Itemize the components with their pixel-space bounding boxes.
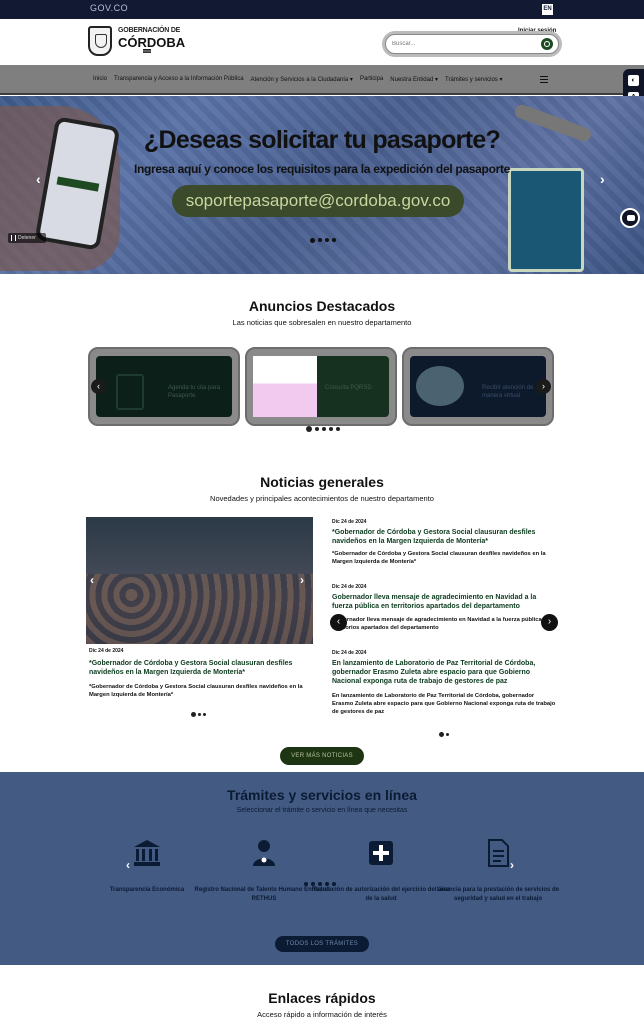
hero-email[interactable]: soportepasaporte@cordoba.gov.co	[172, 185, 464, 217]
announcements-next-arrow[interactable]: ›	[536, 379, 551, 394]
tramites-subtitle: Seleccionar el trámite o servicio en lín…	[236, 807, 408, 814]
featured-news-desc: *Gobernador de Córdoba y Gestora Social …	[89, 684, 303, 698]
announcement-card[interactable]: Agenda tu cita para Pasaporte	[88, 347, 240, 426]
document-icon	[483, 838, 513, 868]
carousel-pause-button[interactable]: Detener	[8, 233, 46, 243]
chat-bubbles-icon	[416, 366, 464, 406]
coat-of-arms-icon[interactable]	[88, 26, 112, 56]
language-toggle[interactable]: EN	[542, 4, 553, 15]
featured-next-arrow[interactable]: ›	[300, 573, 304, 587]
hero-title: ¿Deseas solicitar tu pasaporte?	[143, 126, 501, 154]
news-subtitle: Novedades y principales acontecimientos …	[210, 494, 434, 503]
passport-icon	[116, 374, 144, 410]
gov-co-link[interactable]: GOV.CO	[90, 3, 128, 13]
news-item-desc: *Gobernador de Córdoba y Gestora Social …	[332, 551, 546, 565]
news-item-date: Dic 24 de 2024	[332, 584, 367, 590]
nav-item-atencion[interactable]: Atención y Servicios a la Ciudadanía ▾	[251, 76, 353, 83]
nav-item-participa[interactable]: Participa	[360, 76, 383, 83]
tramites-next-arrow[interactable]: ›	[510, 858, 514, 872]
chat-icon[interactable]	[620, 208, 640, 228]
tramites-title: Trámites y servicios en línea	[227, 787, 417, 803]
news-item-title[interactable]: Gobernador lleva mensaje de agradecimien…	[332, 593, 557, 611]
hero-subtitle: Ingresa aquí y conoce los requisitos par…	[133, 162, 511, 176]
carousel-dot[interactable]	[329, 427, 333, 431]
featured-prev-arrow[interactable]: ‹	[90, 573, 94, 587]
carousel-dot[interactable]	[446, 733, 449, 736]
search-box	[385, 34, 559, 54]
announcement-card[interactable]: Consulta PQRSD	[245, 347, 397, 426]
carousel-dot[interactable]	[198, 713, 201, 716]
hero-next-arrow[interactable]: ›	[600, 171, 605, 187]
nav-item-tramites[interactable]: Trámites y servicios ▾	[445, 76, 502, 83]
news-item-date: Dic 24 de 2024	[332, 650, 367, 656]
announcement-card[interactable]: Recibir atención de manera virtual	[402, 347, 554, 426]
carousel-dot[interactable]	[336, 427, 340, 431]
announcements-subtitle: Las noticias que sobresalen en nuestro d…	[232, 318, 412, 327]
tramites-prev-arrow[interactable]: ‹	[126, 858, 130, 872]
carousel-dot[interactable]	[203, 713, 206, 716]
carousel-dot[interactable]	[332, 882, 336, 886]
announcements-prev-arrow[interactable]: ‹	[91, 379, 106, 394]
main-nav: Inicio Transparencia y Acceso a la Infor…	[0, 65, 644, 95]
search-input[interactable]	[392, 38, 532, 50]
carousel-dot[interactable]	[311, 882, 315, 886]
logo-line1[interactable]: GOBERNACIÓN DE	[118, 27, 180, 34]
carousel-dot[interactable]	[322, 427, 326, 431]
carousel-dot[interactable]	[315, 427, 319, 431]
announcements-dots	[306, 426, 340, 432]
hero-dot[interactable]	[325, 238, 329, 242]
carousel-dot[interactable]	[191, 712, 196, 717]
site-header: GOBERNACIÓN DE CÓRDOBA Iniciar sesión	[0, 19, 644, 65]
quicklinks-subtitle: Acceso rápido a información de interés	[257, 1010, 387, 1019]
news-title: Noticias generales	[260, 474, 384, 490]
carousel-dot[interactable]	[325, 882, 329, 886]
announcement-card-text: Agenda tu cita para Pasaporte	[168, 385, 221, 399]
announcements-carousel: Agenda tu cita para Pasaporte Consulta P…	[88, 347, 554, 427]
news-list-dots	[439, 732, 449, 737]
carousel-dot[interactable]	[318, 882, 322, 886]
hero-prev-arrow[interactable]: ‹	[36, 171, 41, 187]
nav-item-entidad[interactable]: Nuestra Entidad ▾	[390, 76, 438, 83]
news-item-title[interactable]: *Gobernador de Córdoba y Gestora Social …	[332, 528, 557, 546]
contrast-icon[interactable]: ◐	[628, 75, 639, 86]
carousel-dot[interactable]	[304, 882, 308, 886]
logo-line2[interactable]: CÓRDOBA	[118, 35, 185, 50]
news-list-prev-arrow[interactable]: ‹	[330, 614, 347, 631]
medical-cross-icon	[366, 838, 396, 868]
hero-dots	[310, 238, 336, 243]
health-worker-icon	[249, 838, 279, 868]
search-icon[interactable]	[541, 38, 553, 50]
nav-item-inicio[interactable]: Inicio	[93, 76, 107, 83]
carousel-dot[interactable]	[306, 426, 312, 432]
carousel-dot[interactable]	[439, 732, 444, 737]
tramite-label: Licencia para la prestación de servicios…	[436, 887, 560, 902]
tramites-dots	[304, 882, 336, 886]
gov-topbar: GOV.CO EN	[0, 0, 644, 19]
hero-dot[interactable]	[310, 238, 315, 243]
news-item-desc: En lanzamiento de Laboratorio de Paz Ter…	[332, 693, 556, 715]
hero-carousel: ¿Deseas solicitar tu pasaporte? Ingresa …	[0, 96, 644, 274]
announcements-title: Anuncios Destacados	[248, 298, 396, 314]
bank-icon	[132, 838, 162, 868]
featured-news-image[interactable]: ‹ ›	[86, 517, 313, 644]
tramite-item[interactable]: Licencia para la prestación de servicios…	[428, 838, 568, 904]
quicklinks-title: Enlaces rápidos	[268, 990, 376, 1006]
pqrsd-image	[253, 356, 317, 417]
menu-icon[interactable]	[540, 76, 548, 83]
featured-news-title[interactable]: *Gobernador de Córdoba y Gestora Social …	[89, 659, 309, 677]
hero-dot[interactable]	[318, 238, 322, 242]
flag-icon	[143, 49, 151, 53]
news-item-desc: Gobernador lleva mensaje de agradecimien…	[332, 617, 551, 631]
hero-dot[interactable]	[332, 238, 336, 242]
passport-image	[508, 168, 584, 272]
featured-news-date: Dic 24 de 2024	[89, 648, 124, 654]
news-list-next-arrow[interactable]: ›	[541, 614, 558, 631]
announcement-card-text: Consulta PQRSD	[325, 385, 372, 391]
more-news-button[interactable]: VER MÁS NOTICIAS	[280, 747, 364, 765]
news-item-title[interactable]: En lanzamiento de Laboratorio de Paz Ter…	[332, 659, 557, 686]
featured-dots	[191, 712, 206, 717]
all-tramites-button[interactable]: TODOS LOS TRÁMITES	[275, 936, 369, 952]
nav-item-transparencia[interactable]: Transparencia y Acceso a la Información …	[114, 76, 244, 83]
news-item-date: Dic 24 de 2024	[332, 519, 367, 525]
